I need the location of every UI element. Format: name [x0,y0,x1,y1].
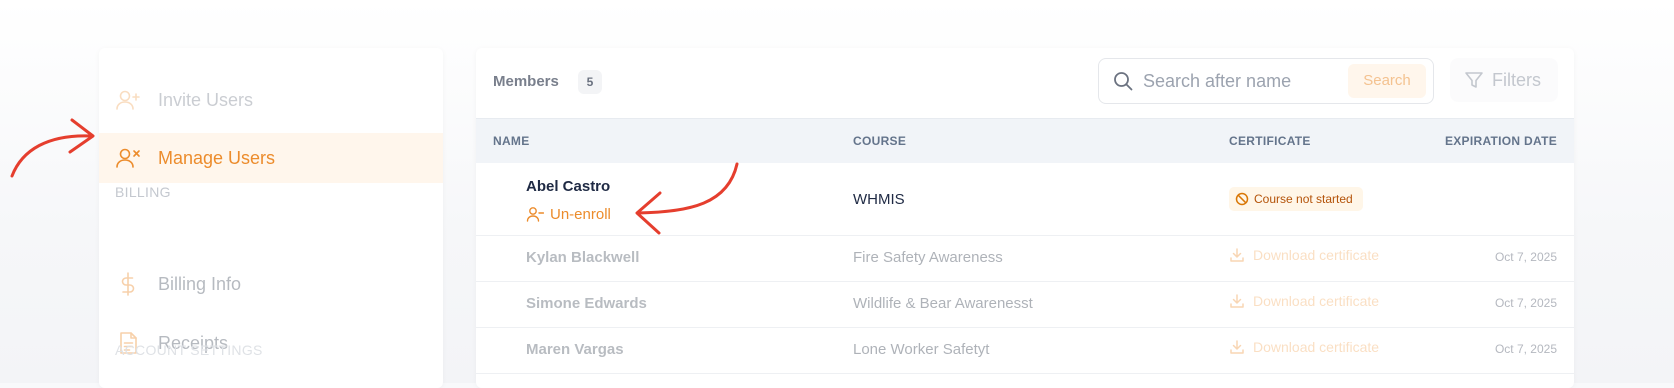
sidebar-item-manage-users[interactable]: Manage Users [99,133,443,183]
search-input[interactable] [1141,68,1345,94]
column-header-expiration-date[interactable]: EXPIRATION DATE [1445,134,1557,148]
members-title: Members [493,73,559,90]
filters-label: Filters [1492,70,1541,90]
member-name: Simone Edwards [526,295,647,312]
user-minus-icon [526,207,544,222]
unenroll-button[interactable]: Un-enroll [526,205,611,223]
course-name: Fire Safety Awareness [853,249,1003,266]
download-certificate-label: Download certificate [1253,339,1380,355]
sidebar-item-label: Billing Info [158,273,242,294]
section-label-account-settings: ACCOUNT SETTINGS [115,342,263,358]
search-button[interactable]: Search [1348,64,1426,98]
column-header-certificate[interactable]: CERTIFICATE [1229,134,1311,148]
status-badge: Course not started [1229,187,1363,211]
sidebar: Invite Users Manage Users BILLING Billin… [99,48,443,388]
download-icon [1230,248,1244,262]
course-name: WHMIS [853,191,905,208]
download-certificate-link[interactable]: Download certificate [1229,293,1379,309]
ban-icon [1235,192,1249,206]
members-panel: Members 5 Search Filters NAME COURSE CER… [476,48,1574,388]
user-x-icon [116,148,140,168]
expiration-date: Oct 7, 2025 [1494,296,1557,310]
table-row: Simone Edwards Wildlife & Bear Awareness… [476,282,1574,328]
course-name: Lone Worker Safetyt [853,341,990,358]
dollar-icon [121,272,135,296]
column-header-name[interactable]: NAME [493,134,530,148]
status-label: Course not started [1254,192,1353,206]
sidebar-item-label: Invite Users [158,89,254,110]
download-icon [1230,294,1244,308]
sidebar-item-invite-users[interactable]: Invite Users [99,75,443,125]
unenroll-label: Un-enroll [550,205,611,223]
member-name: Maren Vargas [526,341,624,358]
expiration-date: Oct 7, 2025 [1494,250,1557,264]
table-row: Maren Vargas Lone Worker Safetyt Downloa… [476,328,1574,374]
sidebar-item-billing-info[interactable]: Billing Info [99,259,443,309]
table-row: Kylan Blackwell Fire Safety Awareness Do… [476,236,1574,282]
download-icon [1230,340,1244,354]
download-certificate-link[interactable]: Download certificate [1229,339,1379,355]
download-certificate-link[interactable]: Download certificate [1229,247,1379,263]
members-count-badge: 5 [578,70,602,94]
filters-button[interactable]: Filters [1450,58,1558,102]
sidebar-item-label: Manage Users [158,147,276,168]
table-header: NAME COURSE CERTIFICATE EXPIRATION DATE [476,118,1574,164]
column-header-course[interactable]: COURSE [853,134,906,148]
search-icon [1114,72,1133,91]
download-certificate-label: Download certificate [1253,247,1380,263]
user-plus-icon [116,90,140,110]
expiration-date: Oct 7, 2025 [1494,342,1557,356]
section-label-billing: BILLING [115,184,171,200]
member-name: Kylan Blackwell [526,249,640,266]
download-certificate-label: Download certificate [1253,293,1380,309]
filter-icon [1465,72,1483,88]
member-name: Abel Castro [526,178,611,195]
course-name: Wildlife & Bear Awarenesst [853,295,1033,312]
search-box: Search [1098,58,1434,104]
table-row: Abel Castro Un-enroll WHMIS Course not s… [476,163,1574,236]
